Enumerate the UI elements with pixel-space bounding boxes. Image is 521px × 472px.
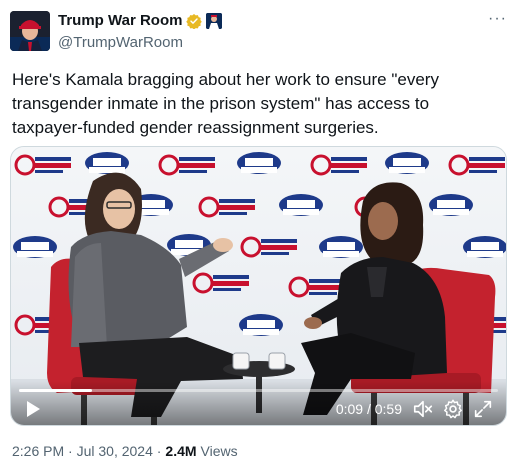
tweet-timestamp[interactable]: 2:26 PM · Jul 30, 2024 · [12,443,161,459]
volume-muted-icon[interactable] [412,398,434,420]
tweet-meta: 2:26 PM · Jul 30, 2024 · 2.4M Views [12,443,238,459]
avatar[interactable] [10,11,50,51]
video-controls: 0:09 / 0:59 [11,381,506,425]
display-name[interactable]: Trump War Room [58,12,182,29]
video-time: 0:09 / 0:59 [335,401,402,417]
views-label: Views [200,443,238,459]
fullscreen-icon[interactable] [472,398,494,420]
settings-icon[interactable] [442,398,464,420]
tweet-text: Here's Kamala bragging about her work to… [12,70,439,137]
video-progress-fill [19,389,93,392]
video-progress-bar[interactable] [19,389,498,392]
avatar-icon [10,11,50,51]
video-player[interactable]: 0:09 / 0:59 [10,146,507,426]
affiliate-badge-icon[interactable] [206,12,223,29]
tweet-header: Trump War Room @TrumpWarRoom ··· [10,8,511,54]
verified-badge-icon [186,13,203,29]
play-icon[interactable] [23,399,43,419]
handle[interactable]: @TrumpWarRoom [58,34,183,51]
views-count: 2.4M [165,443,197,459]
more-options-button[interactable]: ··· [488,10,507,28]
